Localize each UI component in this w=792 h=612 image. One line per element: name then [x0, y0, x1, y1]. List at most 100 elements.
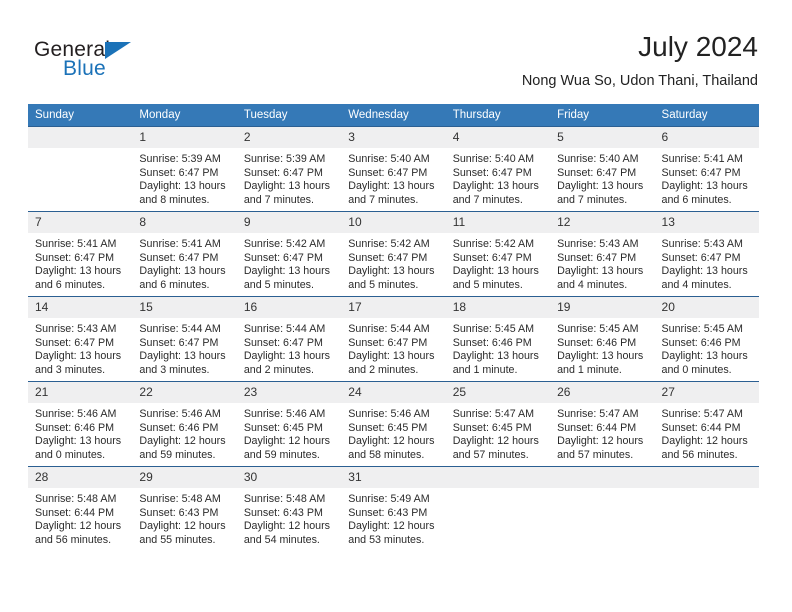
day-details: Sunrise: 5:47 AM Sunset: 6:45 PM Daylight:… — [446, 403, 550, 462]
sunset-text: Sunset: 6:46 PM — [661, 336, 741, 349]
sunset-text: Sunset: 6:44 PM — [35, 506, 115, 519]
calendar-day-cell[interactable]: 2 Sunrise: 5:39 AM Sunset: 6:47 PM Daylight… — [236, 126, 342, 212]
daylight-text: Daylight: 12 hours and 57 minutes. — [557, 435, 644, 461]
day-details: Sunrise: 5:44 AM Sunset: 6:47 PM Daylight:… — [237, 318, 341, 377]
sunrise-text: Sunrise: 5:41 AM — [139, 238, 221, 250]
calendar-body: 1 Sunrise: 5:39 AM Sunset: 6:47 PM Daylight… — [28, 126, 759, 551]
daylight-text: Daylight: 12 hours and 58 minutes. — [348, 435, 435, 461]
calendar-day-cell[interactable]: 21 Sunrise: 5:46 AM Sunset: 6:46 PM Dayligh… — [28, 381, 133, 467]
calendar-day-cell[interactable]: 31 Sunrise: 5:49 AM Sunset: 6:43 PM Dayligh… — [341, 466, 446, 551]
sunset-text: Sunset: 6:47 PM — [243, 336, 323, 349]
sunset-text: Sunset: 6:47 PM — [348, 336, 428, 349]
sunset-text: Sunset: 6:46 PM — [35, 421, 115, 434]
daylight-text: Daylight: 13 hours and 7 minutes. — [452, 180, 539, 206]
sunrise-text: Sunrise: 5:42 AM — [348, 238, 430, 250]
calendar-day-cell[interactable]: 17 Sunrise: 5:44 AM Sunset: 6:47 PM Dayligh… — [341, 296, 446, 382]
calendar-day-cell[interactable]: 20 Sunrise: 5:45 AM Sunset: 6:46 PM Dayligh… — [654, 296, 759, 382]
calendar-week-row: 14 Sunrise: 5:43 AM Sunset: 6:47 PM Dayligh… — [28, 296, 759, 382]
calendar-day-cell[interactable]: 4 Sunrise: 5:40 AM Sunset: 6:47 PM Daylight… — [445, 126, 551, 212]
day-details: Sunrise: 5:39 AM Sunset: 6:47 PM Daylight:… — [132, 148, 236, 207]
sunset-text: Sunset: 6:47 PM — [139, 251, 219, 264]
calendar-day-cell[interactable]: 6 Sunrise: 5:41 AM Sunset: 6:47 PM Daylight… — [654, 126, 759, 212]
calendar-day-cell[interactable]: 12 Sunrise: 5:43 AM Sunset: 6:47 PM Dayligh… — [550, 211, 655, 297]
calendar-day-cell[interactable]: 7 Sunrise: 5:41 AM Sunset: 6:47 PM Daylight… — [28, 211, 133, 297]
calendar-day-cell[interactable]: 11 Sunrise: 5:42 AM Sunset: 6:47 PM Dayligh… — [445, 211, 551, 297]
calendar-day-cell[interactable]: 29 Sunrise: 5:48 AM Sunset: 6:43 PM Dayligh… — [132, 466, 237, 551]
day-details: Sunrise: 5:40 AM Sunset: 6:47 PM Daylight:… — [550, 148, 654, 207]
calendar-day-cell[interactable]: 15 Sunrise: 5:44 AM Sunset: 6:47 PM Dayligh… — [132, 296, 237, 382]
daylight-text: Daylight: 13 hours and 4 minutes. — [557, 265, 644, 291]
sunset-text: Sunset: 6:47 PM — [557, 251, 637, 264]
calendar-day-cell[interactable]: 18 Sunrise: 5:45 AM Sunset: 6:46 PM Dayligh… — [445, 296, 551, 382]
daylight-text: Daylight: 12 hours and 54 minutes. — [243, 520, 330, 546]
weekday-header-thursday: Thursday — [445, 104, 551, 127]
calendar-day-cell[interactable]: 1 Sunrise: 5:39 AM Sunset: 6:47 PM Daylight… — [132, 126, 237, 212]
triangle-logo-icon — [105, 42, 131, 59]
sunrise-text: Sunrise: 5:45 AM — [452, 323, 535, 335]
calendar-day-cell[interactable]: 8 Sunrise: 5:41 AM Sunset: 6:47 PM Daylight… — [132, 211, 237, 297]
day-number: 10 — [341, 212, 446, 233]
day-number: 22 — [132, 382, 237, 403]
sunrise-text: Sunrise: 5:40 AM — [452, 153, 535, 165]
sunrise-text: Sunrise: 5:44 AM — [243, 323, 326, 335]
day-number: 1 — [132, 127, 237, 148]
daylight-text: Daylight: 13 hours and 2 minutes. — [243, 350, 330, 376]
sunrise-text: Sunrise: 5:49 AM — [348, 493, 430, 505]
daylight-text: Daylight: 13 hours and 5 minutes. — [348, 265, 435, 291]
day-details: Sunrise: 5:41 AM Sunset: 6:47 PM Daylight:… — [132, 233, 236, 292]
calendar-day-cell[interactable]: 14 Sunrise: 5:43 AM Sunset: 6:47 PM Dayligh… — [28, 296, 133, 382]
calendar-day-cell[interactable]: 30 Sunrise: 5:48 AM Sunset: 6:43 PM Dayligh… — [236, 466, 342, 551]
calendar-day-cell[interactable]: 3 Sunrise: 5:40 AM Sunset: 6:47 PM Daylight… — [341, 126, 446, 212]
daylight-text: Daylight: 13 hours and 0 minutes. — [661, 350, 748, 376]
weekday-header-tuesday: Tuesday — [236, 104, 342, 127]
day-number: 5 — [550, 127, 655, 148]
weekday-header-row: Sunday Monday Tuesday Wednesday Thursday Frid… — [28, 104, 759, 127]
calendar-day-cell[interactable]: 22 Sunrise: 5:46 AM Sunset: 6:46 PM Dayligh… — [132, 381, 237, 467]
sunrise-text: Sunrise: 5:46 AM — [35, 408, 117, 420]
sunrise-text: Sunrise: 5:40 AM — [348, 153, 430, 165]
sunrise-text: Sunrise: 5:43 AM — [35, 323, 117, 335]
day-number: 14 — [28, 297, 133, 318]
sunset-text: Sunset: 6:47 PM — [557, 166, 637, 179]
day-number: 20 — [654, 297, 759, 318]
calendar-day-cell[interactable]: 25 Sunrise: 5:47 AM Sunset: 6:45 PM Dayligh… — [445, 381, 551, 467]
day-details: Sunrise: 5:44 AM Sunset: 6:47 PM Daylight:… — [341, 318, 445, 377]
calendar-day-cell[interactable]: 23 Sunrise: 5:46 AM Sunset: 6:45 PM Dayligh… — [236, 381, 342, 467]
calendar-day-cell[interactable]: 5 Sunrise: 5:40 AM Sunset: 6:47 PM Daylight… — [550, 126, 655, 212]
sunset-text: Sunset: 6:45 PM — [243, 421, 323, 434]
page-header: General Blue July 2024 Nong Wua So, Udon… — [0, 0, 792, 100]
sunset-text: Sunset: 6:47 PM — [243, 166, 323, 179]
calendar-day-cell[interactable]: 19 Sunrise: 5:45 AM Sunset: 6:46 PM Dayligh… — [550, 296, 655, 382]
day-details: Sunrise: 5:47 AM Sunset: 6:44 PM Daylight:… — [550, 403, 654, 462]
calendar-day-cell[interactable]: 24 Sunrise: 5:46 AM Sunset: 6:45 PM Dayligh… — [341, 381, 446, 467]
day-details: Sunrise: 5:49 AM Sunset: 6:43 PM Daylight:… — [341, 488, 445, 547]
daylight-text: Daylight: 13 hours and 7 minutes. — [348, 180, 435, 206]
brand-logo[interactable]: General Blue — [34, 38, 234, 86]
sunrise-text: Sunrise: 5:46 AM — [139, 408, 221, 420]
day-number: 21 — [28, 382, 133, 403]
calendar-day-cell[interactable]: 10 Sunrise: 5:42 AM Sunset: 6:47 PM Dayligh… — [341, 211, 446, 297]
calendar-week-row: 1 Sunrise: 5:39 AM Sunset: 6:47 PM Daylight… — [28, 126, 759, 212]
calendar-day-cell-empty — [445, 466, 551, 551]
day-number — [654, 467, 759, 488]
sunset-text: Sunset: 6:47 PM — [452, 251, 532, 264]
calendar-day-cell[interactable]: 26 Sunrise: 5:47 AM Sunset: 6:44 PM Dayligh… — [550, 381, 655, 467]
daylight-text: Daylight: 13 hours and 6 minutes. — [139, 265, 226, 291]
day-details: Sunrise: 5:39 AM Sunset: 6:47 PM Daylight:… — [237, 148, 341, 207]
day-number: 4 — [445, 127, 551, 148]
sunrise-text: Sunrise: 5:41 AM — [661, 153, 743, 165]
sunset-text: Sunset: 6:45 PM — [348, 421, 428, 434]
day-details: Sunrise: 5:46 AM Sunset: 6:45 PM Daylight:… — [237, 403, 341, 462]
sunset-text: Sunset: 6:47 PM — [348, 166, 428, 179]
sunset-text: Sunset: 6:47 PM — [452, 166, 532, 179]
calendar-day-cell[interactable]: 9 Sunrise: 5:42 AM Sunset: 6:47 PM Daylight… — [236, 211, 342, 297]
day-number: 6 — [654, 127, 759, 148]
sunset-text: Sunset: 6:43 PM — [139, 506, 219, 519]
daylight-text: Daylight: 12 hours and 56 minutes. — [35, 520, 122, 546]
calendar-day-cell[interactable]: 16 Sunrise: 5:44 AM Sunset: 6:47 PM Dayligh… — [236, 296, 342, 382]
day-details: Sunrise: 5:46 AM Sunset: 6:45 PM Daylight:… — [341, 403, 445, 462]
calendar-day-cell[interactable]: 27 Sunrise: 5:47 AM Sunset: 6:44 PM Dayligh… — [654, 381, 759, 467]
calendar-day-cell[interactable]: 13 Sunrise: 5:43 AM Sunset: 6:47 PM Dayligh… — [654, 211, 759, 297]
calendar-day-cell[interactable]: 28 Sunrise: 5:48 AM Sunset: 6:44 PM Dayligh… — [28, 466, 133, 551]
sunrise-text: Sunrise: 5:45 AM — [661, 323, 743, 335]
